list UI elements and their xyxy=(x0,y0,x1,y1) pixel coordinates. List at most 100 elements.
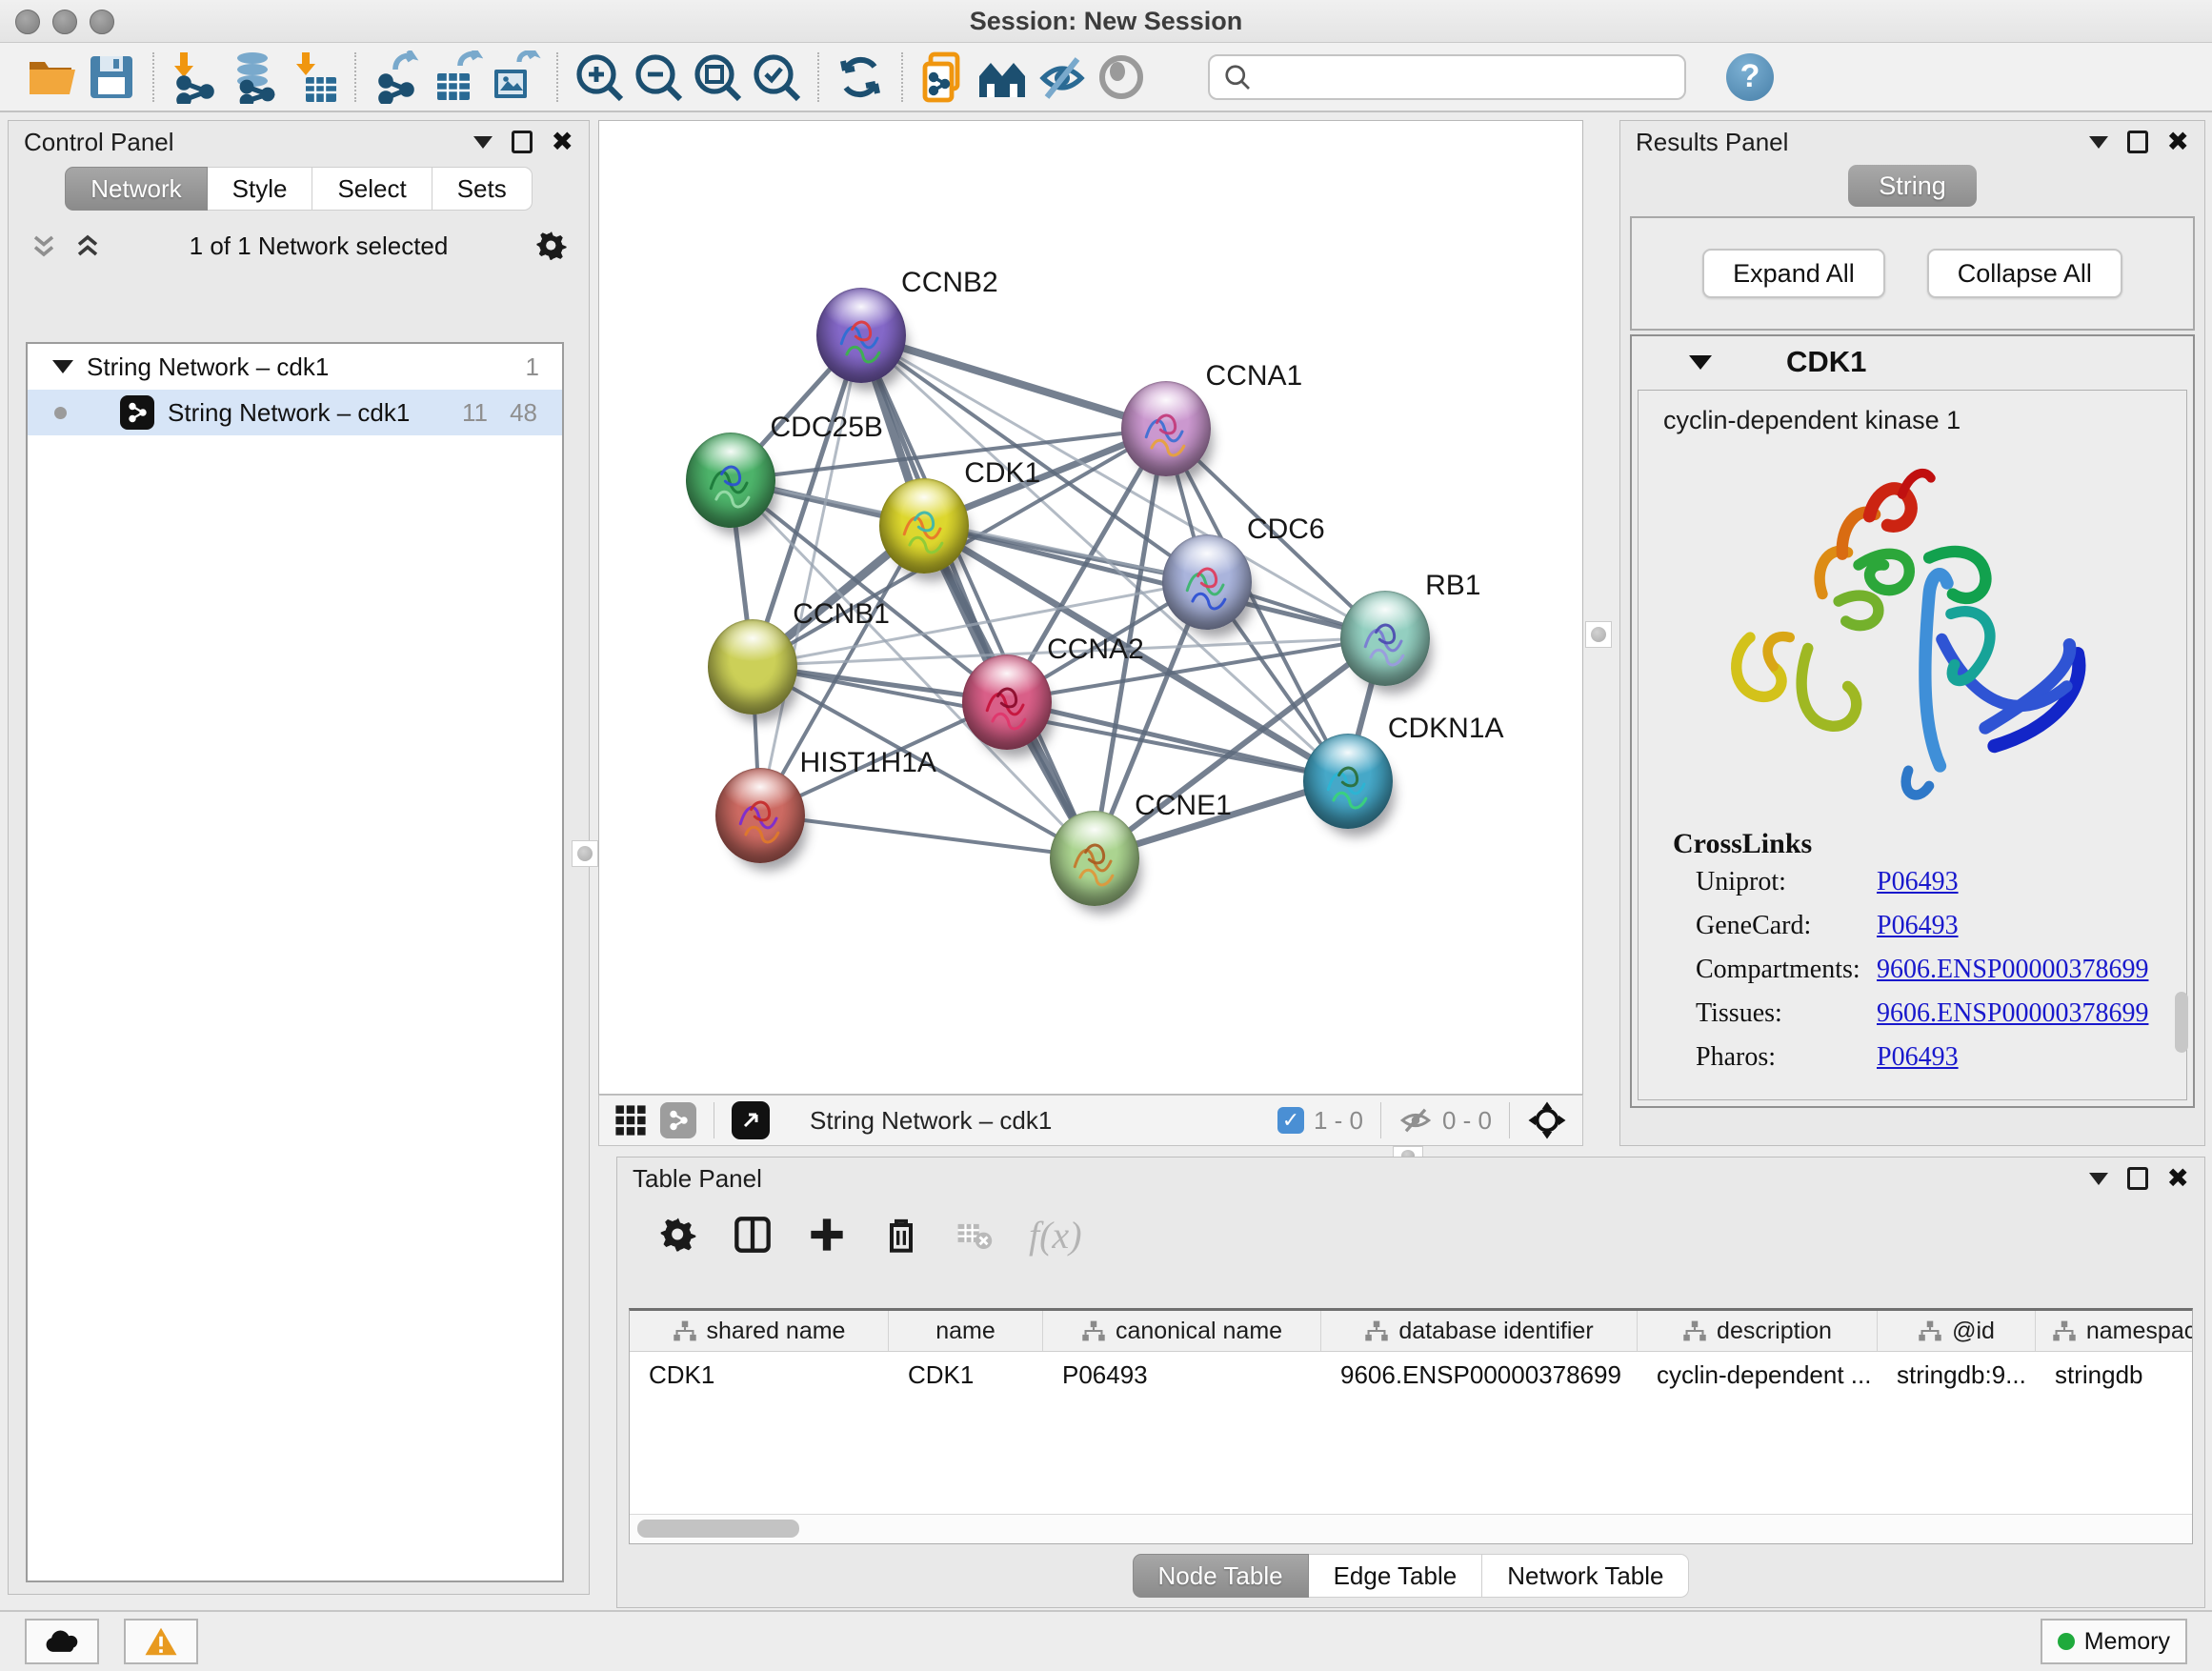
crosslink-link[interactable]: 9606.ENSP00000378699 xyxy=(1877,998,2148,1029)
network-node-CCNA1[interactable] xyxy=(1121,381,1211,476)
left-splitter-handle[interactable] xyxy=(572,840,598,867)
column-header-name[interactable]: name xyxy=(889,1311,1043,1351)
collapse-all-tree-icon[interactable] xyxy=(30,232,58,260)
add-column-icon[interactable] xyxy=(808,1216,846,1254)
selected-count-checkbox[interactable]: ✓ xyxy=(1277,1107,1304,1134)
save-session-button[interactable] xyxy=(82,49,141,106)
export-image-button[interactable] xyxy=(486,49,545,106)
table-cell[interactable]: 9606.ENSP00000378699 xyxy=(1321,1360,1638,1390)
close-panel-icon[interactable]: ✖ xyxy=(552,129,573,155)
tab-style[interactable]: Style xyxy=(208,167,313,211)
network-options-gear-icon[interactable] xyxy=(535,230,568,262)
open-session-button[interactable] xyxy=(23,49,82,106)
table-horizontal-scrollbar[interactable] xyxy=(630,1514,2192,1543)
float-panel-icon[interactable] xyxy=(2089,136,2108,149)
network-node-CDK1[interactable] xyxy=(879,478,969,574)
zoom-fit-button[interactable] xyxy=(688,49,747,106)
help-button[interactable]: ? xyxy=(1726,53,1774,101)
table-cell[interactable]: stringdb xyxy=(2036,1360,2193,1390)
column-header-shared-name[interactable]: shared name xyxy=(630,1311,889,1351)
crosslink-link[interactable]: P06493 xyxy=(1877,867,1959,897)
network-node-CCNE1[interactable] xyxy=(1050,811,1139,906)
birdseye-view-icon[interactable] xyxy=(732,1101,770,1139)
network-node-CCNB2[interactable] xyxy=(816,288,906,383)
column-header-database-identifier[interactable]: database identifier xyxy=(1321,1311,1638,1351)
search-field[interactable] xyxy=(1208,54,1686,100)
import-network-database-button[interactable] xyxy=(225,49,284,106)
results-scrollbar-thumb[interactable] xyxy=(2175,992,2188,1053)
import-network-file-button[interactable] xyxy=(166,49,225,106)
close-panel-icon[interactable]: ✖ xyxy=(2167,1165,2189,1192)
network-selection-status: 1 of 1 Network selected xyxy=(102,232,535,261)
zoom-out-button[interactable] xyxy=(629,49,688,106)
import-table-file-button[interactable] xyxy=(284,49,343,106)
tab-string[interactable]: String xyxy=(1848,165,1977,207)
export-network-button[interactable] xyxy=(368,49,427,106)
table-cell[interactable]: CDK1 xyxy=(630,1360,889,1390)
tab-network-table[interactable]: Network Table xyxy=(1482,1554,1689,1598)
network-node-HIST1H1A[interactable] xyxy=(715,768,805,863)
table-cell[interactable]: cyclin-dependent ... xyxy=(1638,1360,1878,1390)
network-from-selection-button[interactable] xyxy=(915,49,974,106)
network-row[interactable]: String Network – cdk1 11 48 xyxy=(28,390,562,435)
network-node-CDC25B[interactable] xyxy=(686,433,775,528)
expand-all-button[interactable]: Expand All xyxy=(1702,249,1885,298)
float-panel-icon[interactable] xyxy=(2089,1173,2108,1185)
column-type-icon xyxy=(1081,1319,1106,1342)
float-panel-icon[interactable] xyxy=(473,136,493,149)
tree-expand-caret-icon[interactable] xyxy=(52,360,73,373)
maximize-panel-icon[interactable] xyxy=(2127,131,2148,153)
column-header-namespace[interactable]: namespace xyxy=(2036,1311,2193,1351)
network-node-CCNB1[interactable] xyxy=(708,619,797,715)
zoom-selected-button[interactable] xyxy=(747,49,806,106)
show-columns-icon[interactable] xyxy=(734,1216,772,1254)
hidden-count-eye-icon[interactable] xyxy=(1398,1106,1433,1135)
expand-all-tree-icon[interactable] xyxy=(73,232,102,260)
delete-column-icon[interactable] xyxy=(882,1216,920,1254)
network-node-CDC6[interactable] xyxy=(1162,534,1252,630)
network-node-CCNA2[interactable] xyxy=(962,654,1052,750)
first-neighbors-button[interactable] xyxy=(974,49,1033,106)
tab-sets[interactable]: Sets xyxy=(432,167,533,211)
table-scrollbar-thumb[interactable] xyxy=(637,1520,799,1538)
node-section-header[interactable]: CDK1 xyxy=(1632,336,2193,388)
zoom-in-button[interactable] xyxy=(570,49,629,106)
column-header-description[interactable]: description xyxy=(1638,1311,1878,1351)
export-table-button[interactable] xyxy=(427,49,486,106)
table-cell[interactable]: stringdb:9... xyxy=(1878,1360,2036,1390)
cloud-status-button[interactable] xyxy=(25,1619,99,1664)
grid-view-icon[interactable] xyxy=(614,1104,647,1137)
column-header-canonical-name[interactable]: canonical name xyxy=(1043,1311,1321,1351)
crosslink-link[interactable]: 9606.ENSP00000378699 xyxy=(1877,955,2148,985)
tab-edge-table[interactable]: Edge Table xyxy=(1309,1554,1483,1598)
memory-button[interactable]: Memory xyxy=(2041,1619,2187,1664)
crosslink-link[interactable]: P06493 xyxy=(1877,911,1959,941)
tab-network[interactable]: Network xyxy=(65,167,207,211)
network-collection-row[interactable]: String Network – cdk1 1 xyxy=(28,344,562,390)
search-input[interactable] xyxy=(1261,61,1684,92)
tab-node-table[interactable]: Node Table xyxy=(1133,1554,1309,1598)
section-collapse-caret-icon[interactable] xyxy=(1689,355,1712,370)
network-canvas[interactable]: CCNB2CCNA1CDC25BCDK1CDC6RB1CCNB1CCNA2CDK… xyxy=(598,120,1583,1095)
tab-select[interactable]: Select xyxy=(312,167,432,211)
crosslink-link[interactable]: P06493 xyxy=(1877,1042,1959,1073)
right-splitter-handle[interactable] xyxy=(1585,621,1612,648)
network-node-CDKN1A[interactable] xyxy=(1303,734,1393,829)
node-label-CCNB2: CCNB2 xyxy=(901,267,998,299)
maximize-panel-icon[interactable] xyxy=(512,131,533,153)
hide-selected-button[interactable] xyxy=(1033,49,1092,106)
pan-crosshair-icon[interactable] xyxy=(1527,1100,1567,1140)
collapse-all-button[interactable]: Collapse All xyxy=(1927,249,2122,298)
table-options-gear-icon[interactable] xyxy=(659,1216,697,1254)
table-cell[interactable]: CDK1 xyxy=(889,1360,1043,1390)
warnings-button[interactable] xyxy=(124,1619,198,1664)
close-panel-icon[interactable]: ✖ xyxy=(2167,129,2189,155)
table-cell[interactable]: P06493 xyxy=(1043,1360,1321,1390)
column-header-@id[interactable]: @id xyxy=(1878,1311,2036,1351)
maximize-panel-icon[interactable] xyxy=(2127,1167,2148,1190)
detach-view-icon[interactable] xyxy=(660,1102,696,1138)
table-row[interactable]: CDK1CDK1P064939606.ENSP00000378699cyclin… xyxy=(630,1352,2192,1398)
network-node-RB1[interactable] xyxy=(1340,591,1430,686)
refresh-button[interactable] xyxy=(831,49,890,106)
show-all-button[interactable] xyxy=(1092,49,1151,106)
